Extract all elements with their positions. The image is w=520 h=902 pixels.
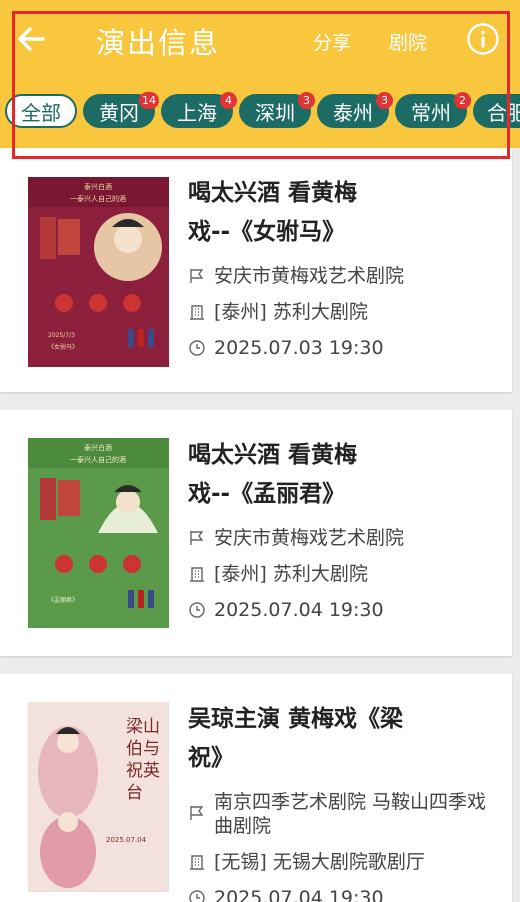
- troupe-name: 安庆市黄梅戏艺术剧院: [214, 527, 405, 549]
- show-poster: 梁山 伯与 祝英 台 2025.07.04: [28, 702, 169, 892]
- show-time: 2025.07.04 19:30: [214, 599, 384, 621]
- tab-hefei[interactable]: 合肥: [473, 94, 520, 128]
- poster-slogan: 一泰兴人自己的酒: [70, 455, 126, 464]
- troupe-name: 南京四季艺术剧院 马鞍山四季戏曲剧院: [214, 791, 487, 837]
- poster-image: 梁山 伯与 祝英 台 2025.07.04: [28, 702, 169, 892]
- info-button[interactable]: [466, 22, 500, 56]
- troupe-row: 安庆市黄梅戏艺术剧院: [188, 526, 498, 550]
- count-badge: 2: [454, 92, 471, 109]
- show-title-line: 喝太兴酒 看黄梅: [188, 442, 358, 468]
- header-bar: 演出信息 分享 剧院 全部 黄冈 14 上海 4 深圳 3 泰州 3 常州 2 …: [0, 0, 520, 148]
- troupe-row: 南京四季艺术剧院 马鞍山四季戏曲剧院: [188, 790, 498, 838]
- poster-date: 2025.07.04: [106, 836, 147, 844]
- count-badge: 3: [298, 92, 315, 109]
- time-row: 2025.07.04 19:30: [188, 886, 498, 902]
- arrow-left-icon: [18, 27, 45, 51]
- troupe-name: 安庆市黄梅戏艺术剧院: [214, 265, 405, 287]
- tab-shanghai[interactable]: 上海 4: [161, 92, 237, 128]
- theater-button[interactable]: 剧院: [389, 28, 427, 55]
- poster-slogan: 一泰兴人自己的酒: [70, 194, 126, 203]
- tab-label: 深圳: [255, 100, 295, 125]
- tab-changzhou[interactable]: 常州 2: [395, 92, 471, 128]
- show-card[interactable]: 梁山 伯与 祝英 台 2025.07.04 吴琼主演 黄梅戏《梁 祝》 南京四季…: [0, 674, 512, 902]
- show-title-line: 戏--《女驸马》: [188, 219, 346, 245]
- time-row: 2025.07.03 19:30: [188, 336, 498, 360]
- show-card[interactable]: 泰兴白酒 一泰兴人自己的酒 2025/7/3 《女驸马》 喝太兴酒 看黄梅 戏-…: [0, 148, 512, 392]
- flag-icon: [190, 806, 204, 820]
- show-title: 喝太兴酒 看黄梅 戏--《孟丽君》: [188, 436, 488, 514]
- show-time: 2025.07.04 19:30: [214, 887, 384, 902]
- page-title: 演出信息: [96, 26, 221, 60]
- show-title-line: 吴琼主演 黄梅戏《梁: [188, 706, 404, 732]
- region-tabs: 全部 黄冈 14 上海 4 深圳 3 泰州 3 常州 2 合肥: [0, 92, 520, 130]
- svg-text:台: 台: [126, 783, 143, 803]
- time-row: 2025.07.04 19:30: [188, 598, 498, 622]
- flag-icon: [190, 531, 204, 545]
- tab-taizhou[interactable]: 泰州 3: [317, 92, 393, 128]
- count-badge: 3: [376, 92, 393, 109]
- poster-image: 泰兴白酒 一泰兴人自己的酒 《孟丽君》: [28, 438, 169, 628]
- troupe-row: 安庆市黄梅戏艺术剧院: [188, 264, 498, 288]
- show-poster: 泰兴白酒 一泰兴人自己的酒 2025/7/3 《女驸马》: [28, 177, 169, 367]
- tab-label: 常州: [411, 100, 451, 125]
- show-title: 喝太兴酒 看黄梅 戏--《女驸马》: [188, 174, 488, 252]
- poster-play: 《女驸马》: [48, 343, 78, 351]
- flag-icon: [190, 269, 204, 283]
- tab-label: 泰州: [333, 100, 373, 125]
- building-icon: [190, 855, 204, 870]
- count-badge: 4: [220, 92, 237, 109]
- svg-text:伯与: 伯与: [126, 739, 160, 759]
- clock-icon: [189, 890, 205, 902]
- show-title-line: 喝太兴酒 看黄梅: [188, 180, 358, 206]
- poster-image: 泰兴白酒 一泰兴人自己的酒 2025/7/3 《女驸马》: [28, 177, 169, 367]
- info-circle-icon: [467, 23, 499, 55]
- clock-icon: [189, 340, 205, 356]
- show-title: 吴琼主演 黄梅戏《梁 祝》: [188, 700, 488, 778]
- poster-brand: 泰兴白酒: [84, 443, 112, 452]
- poster-date: 2025/7/3: [48, 332, 75, 339]
- show-card[interactable]: 泰兴白酒 一泰兴人自己的酒 《孟丽君》 喝太兴酒 看黄梅 戏--《孟丽君》 安庆…: [0, 410, 512, 656]
- count-badge: 14: [139, 92, 159, 109]
- show-title-line: 戏--《孟丽君》: [188, 481, 346, 507]
- tab-label: 全部: [21, 100, 61, 125]
- building-icon: [190, 305, 204, 320]
- back-button[interactable]: [14, 22, 48, 56]
- venue-name: [无锡] 无锡大剧院歌剧厅: [214, 851, 425, 873]
- show-poster: 泰兴白酒 一泰兴人自己的酒 《孟丽君》: [28, 438, 169, 628]
- share-button[interactable]: 分享: [313, 28, 351, 55]
- tab-shenzhen[interactable]: 深圳 3: [239, 92, 315, 128]
- venue-row: [无锡] 无锡大剧院歌剧厅: [188, 850, 498, 874]
- tab-label: 合肥: [487, 100, 520, 125]
- tab-all[interactable]: 全部: [5, 94, 77, 128]
- venue-row: [泰州] 苏利大剧院: [188, 300, 498, 324]
- tab-label: 上海: [177, 100, 217, 125]
- poster-play: 《孟丽君》: [48, 596, 78, 604]
- venue-name: [泰州] 苏利大剧院: [214, 301, 368, 323]
- poster-play: 梁山: [126, 717, 160, 737]
- venue-row: [泰州] 苏利大剧院: [188, 562, 498, 586]
- poster-brand: 泰兴白酒: [84, 182, 112, 191]
- tab-huanggang[interactable]: 黄冈 14: [83, 92, 159, 128]
- svg-text:祝英: 祝英: [126, 761, 160, 781]
- building-icon: [190, 567, 204, 582]
- tab-label: 黄冈: [99, 100, 139, 125]
- clock-icon: [189, 602, 205, 618]
- show-time: 2025.07.03 19:30: [214, 337, 384, 359]
- show-title-line: 祝》: [188, 745, 234, 771]
- venue-name: [泰州] 苏利大剧院: [214, 563, 368, 585]
